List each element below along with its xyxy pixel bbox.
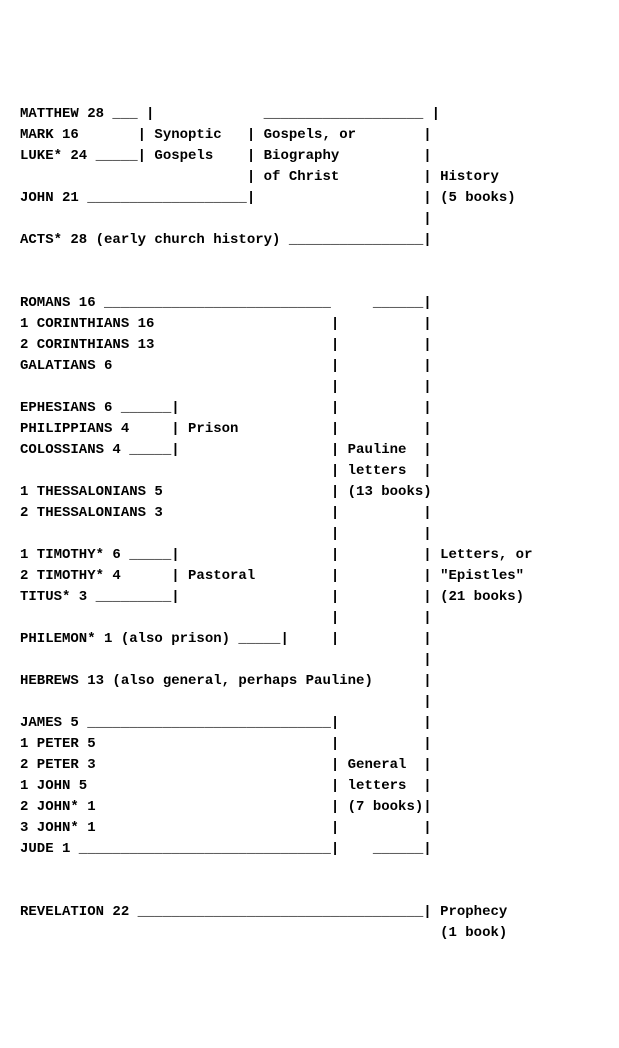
line-30: JAMES 5 _____________________________| | (20, 715, 432, 731)
line-36: JUDE 1 ______________________________| _… (20, 841, 432, 857)
line-06: | (20, 211, 432, 227)
line-03: LUKE* 24 _____| Gospels | Biography | (20, 148, 432, 164)
line-27: | (20, 652, 432, 668)
line-25: | | (20, 610, 432, 626)
line-26: PHILEMON* 1 (also prison) _____| | | (20, 631, 432, 647)
line-18: | letters | (20, 463, 432, 479)
line-34: 2 JOHN* 1 | (7 books)| (20, 799, 432, 815)
line-20: 2 THESSALONIANS 3 | | (20, 505, 432, 521)
line-12: 2 CORINTHIANS 13 | | (20, 337, 432, 353)
line-14: | | (20, 379, 432, 395)
line-10: ROMANS 16 ___________________________ __… (20, 295, 432, 311)
line-16: PHILIPPIANS 4 | Prison | | (20, 421, 432, 437)
line-22: 1 TIMOTHY* 6 _____| | | Letters, or (20, 547, 532, 563)
line-15: EPHESIANS 6 ______| | | (20, 400, 432, 416)
line-31: 1 PETER 5 | | (20, 736, 432, 752)
line-24: TITUS* 3 _________| | | (21 books) (20, 589, 524, 605)
line-28: HEBREWS 13 (also general, perhaps Paulin… (20, 673, 432, 689)
nt-outline-diagram: MATTHEW 28 ___ | ___________________ | M… (20, 104, 532, 944)
line-21: | | (20, 526, 432, 542)
line-29: | (20, 694, 432, 710)
line-19: 1 THESSALONIANS 5 | (13 books) (20, 484, 432, 500)
line-05: JOHN 21 ___________________| | (5 books) (20, 190, 516, 206)
line-13: GALATIANS 6 | | (20, 358, 432, 374)
line-02: MARK 16 | Synoptic | Gospels, or | (20, 127, 432, 143)
line-33: 1 JOHN 5 | letters | (20, 778, 432, 794)
line-04: | of Christ | History (20, 169, 499, 185)
line-39: REVELATION 22 __________________________… (20, 904, 507, 920)
line-17: COLOSSIANS 4 _____| | Pauline | (20, 442, 432, 458)
line-07: ACTS* 28 (early church history) ________… (20, 232, 432, 248)
line-35: 3 JOHN* 1 | | (20, 820, 432, 836)
line-23: 2 TIMOTHY* 4 | Pastoral | | "Epistles" (20, 568, 524, 584)
line-11: 1 CORINTHIANS 16 | | (20, 316, 432, 332)
line-40: (1 book) (20, 925, 507, 941)
line-32: 2 PETER 3 | General | (20, 757, 432, 773)
line-01: MATTHEW 28 ___ | ___________________ | (20, 106, 440, 122)
